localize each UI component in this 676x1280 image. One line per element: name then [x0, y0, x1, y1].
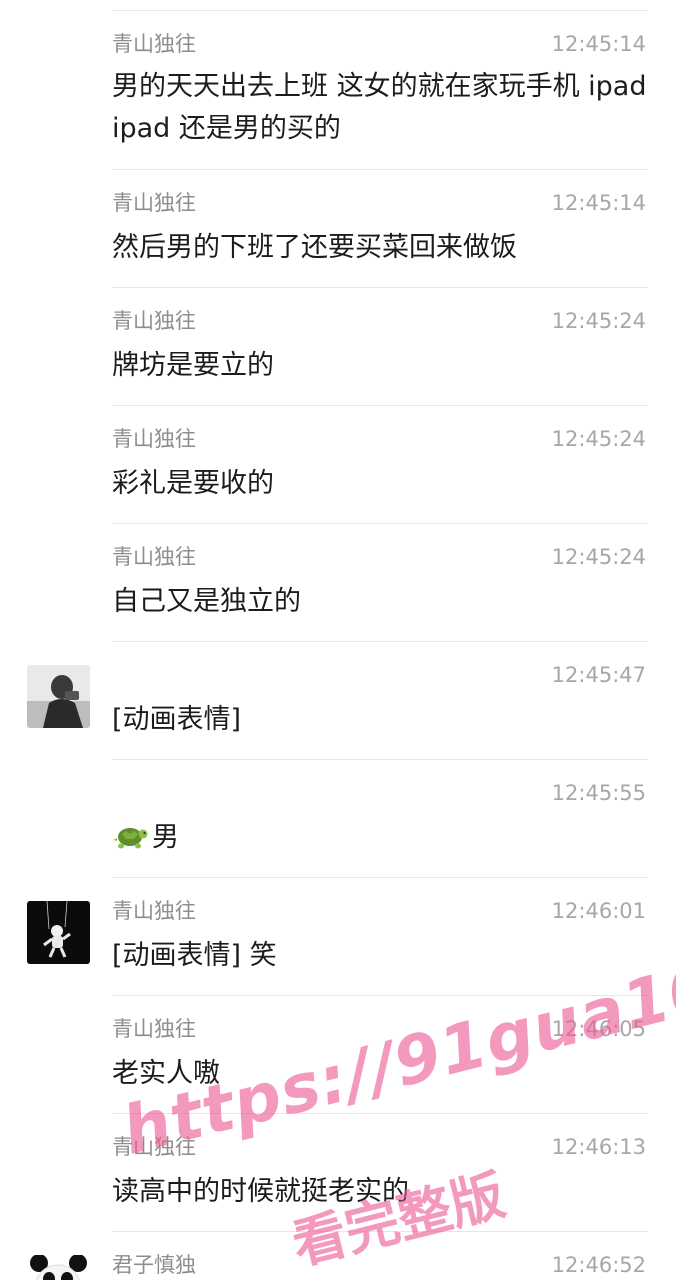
message-time: 12:45:24	[551, 309, 646, 333]
message-item[interactable]: 青山独往 12:46:13 读高中的时候就挺老实的	[0, 1113, 676, 1231]
message-time: 12:46:13	[551, 1135, 646, 1159]
message-text-line: 男的天天出去上班 这女的就在家玩手机 ipad	[112, 71, 647, 102]
message-time: 12:45:24	[551, 545, 646, 569]
message-time: 12:45:55	[551, 781, 646, 805]
message-item[interactable]: 青山独往 12:46:01 [动画表情] 笑	[0, 877, 676, 995]
message-text: 牌坊是要立的	[112, 350, 274, 381]
sender-name: 君子慎独	[112, 1253, 196, 1277]
message-text-line: ipad 还是男的买的	[112, 113, 341, 144]
sender-name: 青山独往	[112, 1135, 196, 1159]
message-item[interactable]: 12:45:47 [动画表情]	[0, 641, 676, 759]
message-text: 读高中的时候就挺老实的	[112, 1176, 409, 1207]
message-item[interactable]: 君子慎独 12:46:52	[0, 1231, 676, 1280]
sender-name: 青山独往	[112, 309, 196, 333]
message-divider	[112, 1231, 648, 1232]
message-item[interactable]: 青山独往 12:45:24 彩礼是要收的	[0, 405, 676, 523]
message-time: 12:46:01	[551, 899, 646, 923]
sender-name: 青山独往	[112, 191, 196, 215]
message-divider	[112, 523, 648, 524]
message-text: 彩礼是要收的	[112, 468, 274, 499]
chat-history-list[interactable]: 青山独往 12:45:14 男的天天出去上班 这女的就在家玩手机 ipad ip…	[0, 0, 676, 1280]
astronaut-avatar[interactable]	[27, 901, 90, 964]
sender-name: 青山独往	[112, 32, 196, 56]
message-text: 然后男的下班了还要买菜回来做饭	[112, 232, 517, 263]
message-text: 自己又是独立的	[112, 586, 301, 617]
message-text: [动画表情] 笑	[112, 940, 277, 971]
panda-avatar[interactable]	[27, 1255, 90, 1280]
message-item[interactable]: 青山独往 12:45:24 自己又是独立的	[0, 523, 676, 641]
message-divider	[112, 877, 648, 878]
message-time: 12:46:05	[551, 1017, 646, 1041]
message-time: 12:45:14	[551, 191, 646, 215]
message-divider	[112, 995, 648, 996]
sender-name: 青山独往	[112, 545, 196, 569]
message-text: [动画表情]	[112, 704, 242, 735]
message-divider	[112, 10, 648, 11]
sender-name: 青山独往	[112, 899, 196, 923]
turtle-icon	[112, 820, 148, 850]
message-divider	[112, 169, 648, 170]
message-text: 男的天天出去上班 这女的就在家玩手机 ipad ipad 还是男的买的	[112, 66, 652, 150]
message-divider	[112, 405, 648, 406]
photo-avatar[interactable]	[27, 665, 90, 728]
sender-name: 青山独往	[112, 427, 196, 451]
message-time: 12:46:52	[551, 1253, 646, 1277]
message-text: 男	[112, 817, 652, 859]
sender-name: 青山独往	[112, 1017, 196, 1041]
message-time: 12:45:14	[551, 32, 646, 56]
message-time: 12:45:47	[551, 663, 646, 687]
message-time: 12:45:24	[551, 427, 646, 451]
message-item[interactable]: 青山独往 12:45:14 然后男的下班了还要买菜回来做饭	[0, 169, 676, 287]
message-divider	[112, 1113, 648, 1114]
message-divider	[112, 287, 648, 288]
message-item[interactable]: 青山独往 12:45:14 男的天天出去上班 这女的就在家玩手机 ipad ip…	[0, 10, 676, 144]
message-text-content: 男	[152, 822, 179, 853]
message-divider	[112, 759, 648, 760]
message-divider	[112, 641, 648, 642]
message-text: 老实人嗷	[112, 1058, 220, 1089]
message-item[interactable]: 12:45:55 男	[0, 759, 676, 877]
message-item[interactable]: 青山独往 12:45:24 牌坊是要立的	[0, 287, 676, 405]
message-item[interactable]: 青山独往 12:46:05 老实人嗷	[0, 995, 676, 1113]
